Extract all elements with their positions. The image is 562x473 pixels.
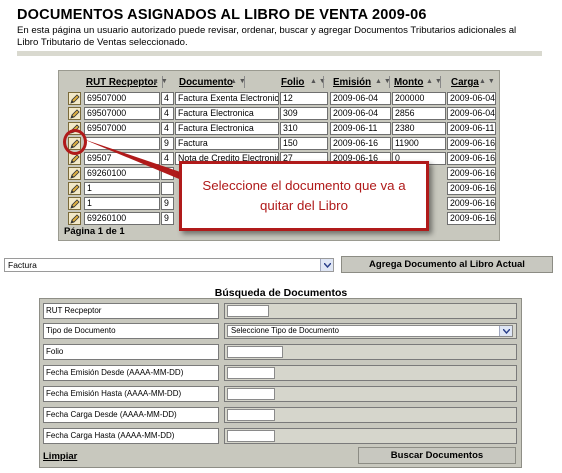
add-document-button[interactable]: Agrega Documento al Libro Actual <box>341 256 553 273</box>
fecha-carga-hasta-cell <box>224 428 517 444</box>
highlight-circle <box>63 129 87 155</box>
label-folio: Folio <box>43 344 219 360</box>
rut-receptor-input[interactable] <box>227 305 269 317</box>
fecha-emision-hasta-cell <box>224 386 517 402</box>
fecha-carga-hasta-input[interactable] <box>227 430 275 442</box>
tipo-documento-value: Seleccione Tipo de Documento <box>231 326 339 335</box>
folio-cell <box>224 344 517 360</box>
fecha-emision-desde-cell <box>224 365 517 381</box>
document-type-select[interactable]: Factura <box>4 258 334 272</box>
instruction-callout: Seleccione el documento que va a quitar … <box>179 161 429 231</box>
search-documents-button[interactable]: Buscar Documentos <box>358 447 516 464</box>
label-tipo-documento: Tipo de Documento <box>43 323 219 339</box>
chevron-down-icon[interactable] <box>499 326 512 336</box>
fecha-emision-hasta-input[interactable] <box>227 388 275 400</box>
document-type-value: Factura <box>8 260 37 270</box>
label-fecha-carga-hasta: Fecha Carga Hasta (AAAA-MM-DD) <box>43 428 219 444</box>
fecha-emision-desde-input[interactable] <box>227 367 275 379</box>
tipo-documento-cell: Seleccione Tipo de Documento <box>224 323 517 339</box>
tipo-documento-select[interactable]: Seleccione Tipo de Documento <box>227 325 513 337</box>
rut-receptor-cell <box>224 303 517 319</box>
folio-input[interactable] <box>227 346 283 358</box>
label-fecha-emision-desde: Fecha Emisión Desde (AAAA-MM-DD) <box>43 365 219 381</box>
chevron-down-icon[interactable] <box>320 259 333 271</box>
callout-line-1: Seleccione el documento que va a <box>202 178 406 193</box>
fecha-carga-desde-cell <box>224 407 517 423</box>
label-fecha-carga-desde: Fecha Carga Desde (AAAA-MM-DD) <box>43 407 219 423</box>
label-fecha-emision-hasta: Fecha Emisión Hasta (AAAA-MM-DD) <box>43 386 219 402</box>
clear-link[interactable]: Limpiar <box>43 451 77 462</box>
search-form: RUT Recpeptor Tipo de Documento Seleccio… <box>39 298 522 468</box>
callout-line-2: quitar del Libro <box>260 198 348 213</box>
fecha-carga-desde-input[interactable] <box>227 409 275 421</box>
label-rut-receptor: RUT Recpeptor <box>43 303 219 319</box>
